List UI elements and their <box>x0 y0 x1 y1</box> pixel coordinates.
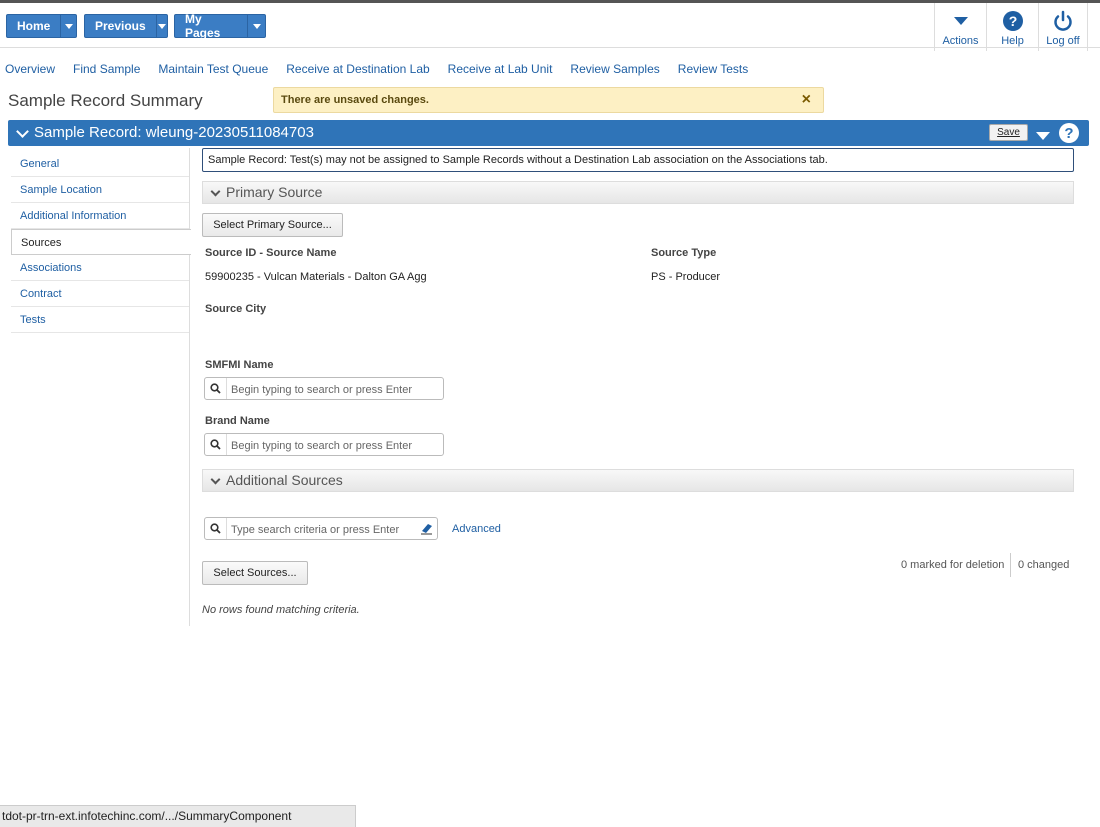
primary-source-header[interactable]: Primary Source <box>202 181 1074 204</box>
record-title: Sample Record: wleung-20230511084703 <box>34 124 314 141</box>
home-dropdown-icon[interactable] <box>61 15 76 37</box>
previous-dropdown-icon[interactable] <box>157 15 167 37</box>
unsaved-changes-banner: There are unsaved changes. × <box>273 87 824 113</box>
select-sources-button[interactable]: Select Sources... <box>202 561 308 585</box>
empty-results-message: No rows found matching criteria. <box>202 604 360 616</box>
subnav-review-samples[interactable]: Review Samples <box>570 62 659 76</box>
source-id-value: 59900235 - Vulcan Materials - Dalton GA … <box>205 271 427 283</box>
sidebar-item-additional-information[interactable]: Additional Information <box>11 203 189 229</box>
home-button[interactable]: Home <box>6 14 77 38</box>
subnav-review-tests[interactable]: Review Tests <box>678 62 748 76</box>
actions-button[interactable]: Actions <box>934 3 986 51</box>
smfmi-name-input[interactable] <box>227 379 443 400</box>
source-type-value: PS - Producer <box>651 271 721 283</box>
unsaved-changes-text: There are unsaved changes. <box>281 94 429 106</box>
sidebar-item-sample-location[interactable]: Sample Location <box>11 177 189 203</box>
primary-source-title: Primary Source <box>226 184 323 200</box>
save-button[interactable]: Save <box>989 124 1028 141</box>
source-city-label: Source City <box>205 303 267 315</box>
search-icon[interactable] <box>205 378 227 399</box>
log-off-label: Log off <box>1046 35 1080 47</box>
smfmi-name-label: SMFMI Name <box>205 359 274 371</box>
search-icon[interactable] <box>205 434 227 455</box>
actions-label: Actions <box>942 35 979 47</box>
home-label: Home <box>7 15 62 37</box>
browser-status-bar: tdot-pr-trn-ext.infotechinc.com/.../Summ… <box>0 805 357 827</box>
collapse-chevron-icon[interactable] <box>16 125 29 138</box>
subnav-find-sample[interactable]: Find Sample <box>73 62 140 76</box>
marked-for-deletion-count: 0 marked for deletion <box>901 559 1005 571</box>
smfmi-name-search <box>204 377 444 400</box>
source-id-label: Source ID - Source Name <box>205 247 337 259</box>
subnav-receive-at-lab-unit[interactable]: Receive at Lab Unit <box>448 62 553 76</box>
my-pages-button[interactable]: My Pages <box>174 12 266 40</box>
record-menu-dropdown-icon[interactable] <box>1036 130 1050 144</box>
eraser-icon[interactable] <box>419 521 434 536</box>
help-button[interactable]: ? Help <box>986 3 1038 51</box>
source-type-label: Source Type <box>651 247 717 259</box>
previous-button[interactable]: Previous <box>84 14 168 38</box>
help-icon: ? <box>1002 9 1024 33</box>
help-label: Help <box>1001 35 1024 47</box>
sidebar: General Sample Location Additional Infor… <box>8 148 191 626</box>
power-icon <box>1052 9 1074 33</box>
select-primary-source-button[interactable]: Select Primary Source... <box>202 213 343 237</box>
page-title: Sample Record Summary <box>8 91 203 110</box>
advanced-search-link[interactable]: Advanced <box>452 523 501 535</box>
sub-navigation: Overview Find Sample Maintain Test Queue… <box>0 62 761 76</box>
additional-sources-search <box>204 517 438 540</box>
record-help-icon[interactable]: ? <box>1059 123 1079 143</box>
brand-name-label: Brand Name <box>205 415 270 427</box>
counts-divider <box>1010 553 1011 577</box>
record-header-bar: Sample Record: wleung-20230511084703 Sav… <box>8 120 1089 146</box>
previous-label: Previous <box>85 15 157 37</box>
additional-sources-title: Additional Sources <box>226 472 343 488</box>
subnav-receive-at-destination-lab[interactable]: Receive at Destination Lab <box>286 62 429 76</box>
brand-name-input[interactable] <box>227 435 443 456</box>
my-pages-dropdown-icon[interactable] <box>248 15 265 37</box>
chevron-down-icon <box>210 474 221 485</box>
sidebar-item-associations[interactable]: Associations <box>11 255 189 281</box>
chevron-down-icon <box>953 9 968 33</box>
sidebar-item-general[interactable]: General <box>11 151 189 177</box>
changed-count: 0 changed <box>1018 559 1070 571</box>
brand-name-search <box>204 433 444 456</box>
svg-text:?: ? <box>1008 13 1017 29</box>
my-pages-label: My Pages <box>175 12 249 40</box>
sidebar-item-contract[interactable]: Contract <box>11 281 189 307</box>
sidebar-item-tests[interactable]: Tests <box>11 307 189 333</box>
search-icon[interactable] <box>205 518 227 539</box>
subnav-overview[interactable]: Overview <box>5 62 55 76</box>
additional-sources-input[interactable] <box>227 519 421 540</box>
sidebar-item-sources[interactable]: Sources <box>11 229 191 255</box>
top-toolbar: Home Previous My Pages Actions ? Help Lo… <box>0 0 1100 51</box>
additional-sources-header[interactable]: Additional Sources <box>202 469 1074 492</box>
destination-lab-notice: Sample Record: Test(s) may not be assign… <box>202 148 1074 172</box>
close-icon[interactable]: × <box>802 91 811 109</box>
log-off-button[interactable]: Log off <box>1038 3 1088 51</box>
subnav-maintain-test-queue[interactable]: Maintain Test Queue <box>158 62 268 76</box>
chevron-down-icon <box>210 186 221 197</box>
